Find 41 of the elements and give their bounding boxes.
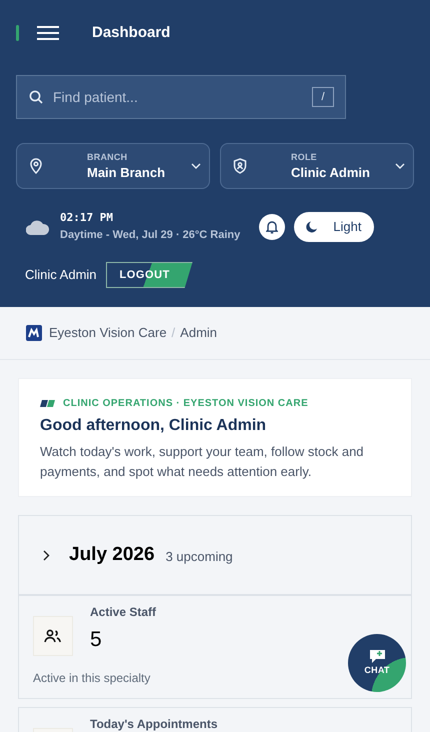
stat-value: 5 <box>90 628 103 652</box>
chevron-icon[interactable] <box>43 550 50 560</box>
greeting-text: Watch today's work, support your team, follow stock and payments, and spot what needs attention early. <box>40 443 365 481</box>
stat-caption: Active in this specialty <box>33 671 150 685</box>
clock-time: 02:17 PM <box>60 210 114 226</box>
selector-label: BRANCH <box>87 151 128 164</box>
greeting-title: Good afternoon, Clinic Admin <box>40 416 268 436</box>
stat-label: Active Staff <box>90 604 156 620</box>
logout-button[interactable]: LOGOUT <box>106 262 193 288</box>
shortcut-key: / <box>312 87 334 107</box>
brand-logo-icon <box>26 325 42 341</box>
chevron-down-icon <box>395 163 405 169</box>
notification-button[interactable] <box>259 214 286 240</box>
selector-value: Main Branch <box>87 164 166 181</box>
breadcrumb-separator: / <box>172 324 176 342</box>
search-icon <box>29 90 43 104</box>
upcoming-count: 3 upcoming <box>166 548 233 566</box>
greeting-eyebrow: CLINIC OPERATIONS · EYESTON VISION CARE <box>63 397 308 411</box>
chevron-down-icon <box>191 163 201 169</box>
bell-icon <box>266 220 278 234</box>
shield-user-icon <box>233 158 247 174</box>
cloud-icon <box>26 218 49 234</box>
theme-toggle-button[interactable]: Light <box>294 212 374 242</box>
stat-label: Today's Appointments <box>90 716 218 732</box>
chat-bubble-icon <box>368 648 386 664</box>
menu-icon[interactable] <box>37 26 59 40</box>
branch-selector[interactable]: BRANCH Main Branch <box>16 143 210 189</box>
user-name: Clinic Admin <box>25 266 97 284</box>
breadcrumb-item[interactable]: Admin <box>180 323 218 343</box>
people-icon <box>44 628 62 644</box>
stripe-icon <box>40 400 55 407</box>
date-weather-text: Daytime - Wed, Jul 29 · 26°C Rainy <box>60 228 240 242</box>
calendar-month: July 2026 <box>69 542 155 567</box>
selector-value: Clinic Admin <box>291 164 370 181</box>
accent-bar-icon <box>16 25 19 41</box>
selector-label: ROLE <box>291 151 317 164</box>
breadcrumb-item[interactable]: Eyeston Vision Care <box>49 323 167 343</box>
moon-icon <box>306 220 320 233</box>
page-title: Dashboard <box>92 22 170 43</box>
role-selector[interactable]: ROLE Clinic Admin <box>220 143 414 189</box>
location-pin-icon <box>29 158 43 174</box>
